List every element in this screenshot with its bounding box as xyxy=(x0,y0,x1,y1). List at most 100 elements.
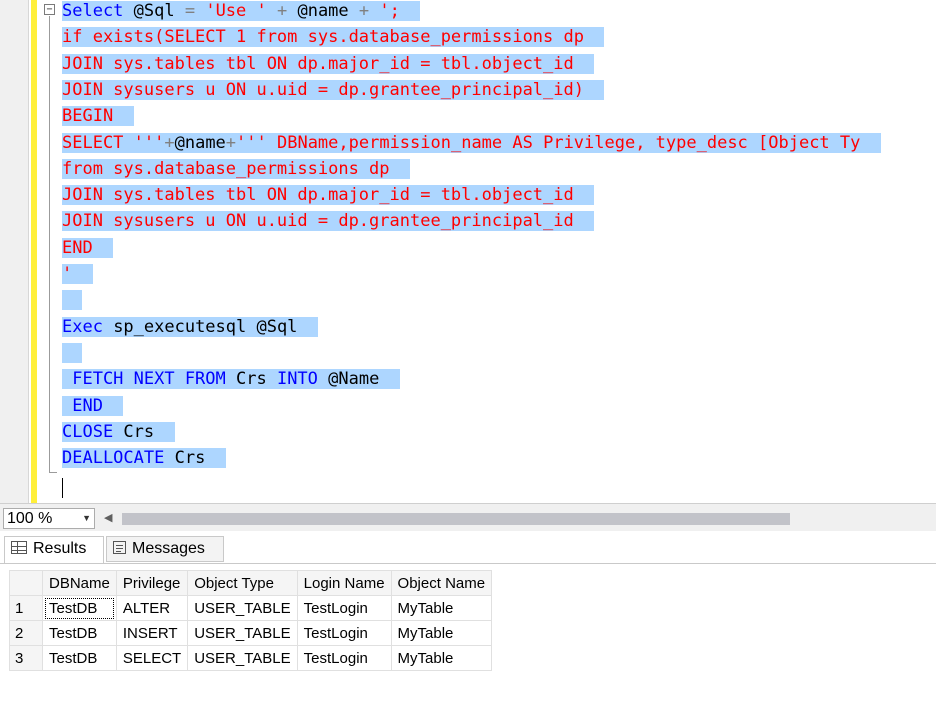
grid-cell[interactable]: TestDB xyxy=(42,645,117,671)
grid-cell[interactable]: INSERT xyxy=(115,620,189,646)
code-token: + xyxy=(276,1,288,21)
grid-cell[interactable]: USER_TABLE xyxy=(187,595,298,621)
column-header[interactable]: DBName xyxy=(42,570,117,596)
selection-highlight: BEGIN xyxy=(62,106,134,127)
collapse-outline-icon[interactable]: − xyxy=(44,4,55,15)
messages-icon xyxy=(113,541,126,554)
dropdown-arrow-icon[interactable]: ▼ xyxy=(82,509,91,528)
code-line[interactable]: END xyxy=(62,235,114,261)
selection-highlight: SELECT '''+@name+''' DBName,permission_n… xyxy=(62,132,881,153)
grid-cell[interactable]: TestDB xyxy=(42,595,117,621)
code-token: JOIN sysusers u ON u.uid = dp.grantee_pr… xyxy=(62,79,584,100)
code-token: + xyxy=(225,132,237,153)
grid-cell[interactable]: TestDB xyxy=(42,620,117,646)
selection-highlight xyxy=(62,342,83,363)
code-line[interactable]: FETCH NEXT FROM Crs INTO @Name xyxy=(62,366,400,392)
code-token: DEALLOCATE xyxy=(62,448,165,469)
editor-status-strip: 100 % ▼ ◀ xyxy=(0,503,936,531)
grid-cell[interactable]: TestLogin xyxy=(296,645,392,671)
code-token: CLOSE xyxy=(62,421,114,442)
grid-cell[interactable]: ALTER xyxy=(115,595,189,621)
code-token: Crs xyxy=(225,369,277,390)
code-token: from sys.database_permissions dp xyxy=(62,158,390,179)
zoom-dropdown[interactable]: 100 % ▼ xyxy=(3,508,95,529)
code-line[interactable]: if exists(SELECT 1 from sys.database_per… xyxy=(62,24,605,50)
selection-highlight: from sys.database_permissions dp xyxy=(62,158,410,179)
grid-cell[interactable]: USER_TABLE xyxy=(187,645,298,671)
selection-highlight: ' xyxy=(62,264,93,284)
grid-cell[interactable]: TestLogin xyxy=(296,595,392,621)
outline-guide-end xyxy=(49,472,57,473)
selection-highlight: Exec sp_executesql @Sql xyxy=(62,316,318,337)
scroll-left-arrow-icon[interactable]: ◀ xyxy=(104,511,112,524)
query-editor[interactable]: − Select @Sql = 'Use ' + @name + '; if e… xyxy=(0,0,936,503)
code-token: Crs xyxy=(113,421,155,442)
outline-guide xyxy=(49,16,50,472)
code-token: JOIN sys.tables tbl ON dp.major_id = tbl… xyxy=(62,185,574,206)
code-token: if exists(SELECT 1 from sys.database_per… xyxy=(62,27,584,48)
code-token: FETCH NEXT FROM xyxy=(62,369,226,390)
grid-icon xyxy=(11,541,27,554)
tab-results[interactable]: Results xyxy=(4,536,104,563)
row-number[interactable]: 1 xyxy=(9,595,43,621)
grid-cell[interactable]: USER_TABLE xyxy=(187,620,298,646)
code-line[interactable] xyxy=(62,340,83,366)
tab-results-label: Results xyxy=(33,540,87,557)
grid-cell[interactable]: TestLogin xyxy=(296,620,392,646)
zoom-value: 100 % xyxy=(7,510,53,527)
grid-cell[interactable]: SELECT xyxy=(115,645,189,671)
column-header[interactable]: Object Name xyxy=(390,570,493,596)
code-line[interactable]: BEGIN xyxy=(62,103,134,129)
selection-highlight: FETCH NEXT FROM Crs INTO @Name xyxy=(62,369,400,390)
results-grid-area: DBName Privilege Object Type Login Name … xyxy=(0,563,936,714)
code-token: Exec xyxy=(62,316,103,337)
code-line[interactable]: JOIN sys.tables tbl ON dp.major_id = tbl… xyxy=(62,51,595,77)
grid-cell[interactable]: MyTable xyxy=(390,645,493,671)
code-line[interactable]: DEALLOCATE Crs xyxy=(62,445,226,471)
code-token: BEGIN xyxy=(62,106,114,127)
column-header[interactable]: Login Name xyxy=(296,570,392,596)
code-token: ' xyxy=(62,264,73,284)
selection-highlight: CLOSE Crs xyxy=(62,421,175,442)
code-token: + xyxy=(164,132,175,153)
code-line[interactable]: JOIN sysusers u ON u.uid = dp.grantee_pr… xyxy=(62,208,595,234)
column-header[interactable]: Object Type xyxy=(187,570,298,596)
code-line[interactable]: from sys.database_permissions dp xyxy=(62,156,410,182)
horizontal-scrollbar-thumb[interactable] xyxy=(122,513,790,525)
code-line[interactable]: JOIN sys.tables tbl ON dp.major_id = tbl… xyxy=(62,182,595,208)
code-line[interactable]: CLOSE Crs xyxy=(62,419,175,445)
selection-highlight: Select @Sql = 'Use ' + @name + '; xyxy=(62,1,421,21)
selection-highlight: JOIN sys.tables tbl ON dp.major_id = tbl… xyxy=(62,53,595,74)
tab-messages[interactable]: Messages xyxy=(106,536,224,562)
row-number-header[interactable] xyxy=(9,570,43,596)
code-token: Select xyxy=(62,1,124,21)
table-row[interactable]: 2 TestDB INSERT USER_TABLE TestLogin MyT… xyxy=(9,620,493,646)
column-header[interactable]: Privilege xyxy=(115,570,189,596)
code-line[interactable]: ' xyxy=(62,261,93,287)
change-tracking-bar xyxy=(31,0,37,503)
selection-highlight xyxy=(62,290,83,311)
results-grid: DBName Privilege Object Type Login Name … xyxy=(9,570,493,671)
code-line[interactable]: END xyxy=(62,393,124,419)
table-row[interactable]: 3 TestDB SELECT USER_TABLE TestLogin MyT… xyxy=(9,645,493,671)
code-token: JOIN sys.tables tbl ON dp.major_id = tbl… xyxy=(62,53,574,74)
grid-cell[interactable]: MyTable xyxy=(390,620,493,646)
code-token: sp_executesql @Sql xyxy=(102,316,298,337)
row-number[interactable]: 2 xyxy=(9,620,43,646)
code-line[interactable]: Select @Sql = 'Use ' + @name + '; xyxy=(62,0,421,24)
code-token: Crs xyxy=(164,448,206,469)
row-number[interactable]: 3 xyxy=(9,645,43,671)
code-token: JOIN sysusers u ON u.uid = dp.grantee_pr… xyxy=(62,211,574,232)
code-line[interactable]: Exec sp_executesql @Sql xyxy=(62,314,318,340)
selection-highlight: JOIN sysusers u ON u.uid = dp.grantee_pr… xyxy=(62,79,605,100)
code-token: @name xyxy=(287,1,359,21)
selection-highlight: DEALLOCATE Crs xyxy=(62,448,226,469)
code-line[interactable]: JOIN sysusers u ON u.uid = dp.grantee_pr… xyxy=(62,77,605,103)
code-token: @name xyxy=(174,132,226,153)
selection-highlight: JOIN sys.tables tbl ON dp.major_id = tbl… xyxy=(62,185,595,206)
code-token: INTO xyxy=(276,369,318,390)
grid-cell[interactable]: MyTable xyxy=(390,595,493,621)
table-row[interactable]: 1 TestDB ALTER USER_TABLE TestLogin MyTa… xyxy=(9,595,493,621)
code-line[interactable]: SELECT '''+@name+''' DBName,permission_n… xyxy=(62,130,881,156)
code-line[interactable] xyxy=(62,287,83,313)
